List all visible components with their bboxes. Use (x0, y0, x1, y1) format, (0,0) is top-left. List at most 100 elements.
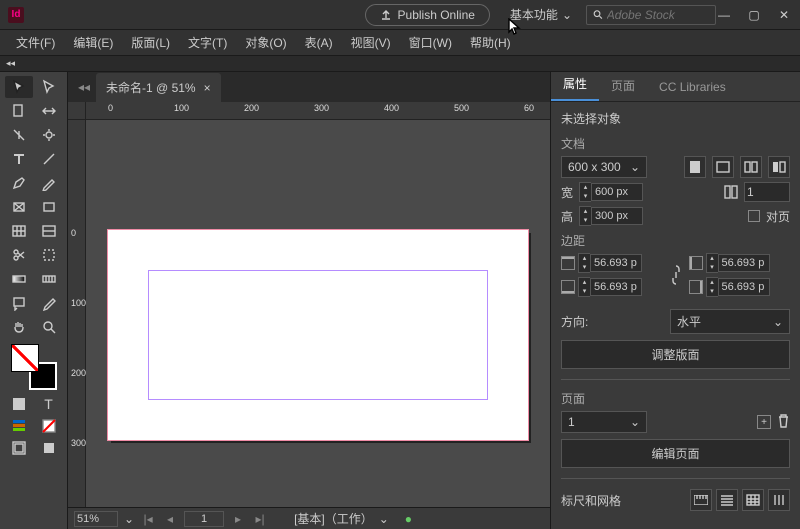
page-input[interactable] (184, 511, 224, 527)
search-box[interactable] (586, 5, 716, 25)
scissors-tool[interactable] (5, 244, 33, 266)
grid-tool[interactable] (5, 220, 33, 242)
page-tool[interactable] (5, 100, 33, 122)
rect-tool[interactable] (35, 196, 63, 218)
menu-table[interactable]: 表(A) (297, 31, 341, 54)
view-mode-preview[interactable] (35, 438, 63, 458)
doc-grid-icon[interactable] (742, 489, 764, 511)
app-icon: Id (8, 7, 24, 23)
panel-tabs: 属性 页面 CC Libraries (551, 72, 800, 102)
pencil-tool[interactable] (35, 172, 63, 194)
content-tool[interactable] (5, 124, 33, 146)
dock-toggle-icon[interactable]: ◂◂ (78, 80, 96, 102)
height-input[interactable]: ▴▾ (579, 206, 643, 226)
chevron-down-icon[interactable]: ⌄ (379, 512, 389, 526)
zoom-tool[interactable] (35, 316, 63, 338)
orientation-dropdown[interactable]: 水平⌄ (670, 309, 790, 334)
color-swatch[interactable] (11, 344, 57, 390)
orient-portrait-icon[interactable] (684, 156, 706, 178)
rect-frame-tool[interactable] (5, 196, 33, 218)
free-transform-tool[interactable] (35, 244, 63, 266)
width-input[interactable]: ▴▾ (579, 182, 643, 202)
selection-tool[interactable] (5, 76, 33, 98)
minimize-button[interactable]: ― (716, 8, 732, 22)
tab-properties[interactable]: 属性 (551, 68, 599, 101)
menu-view[interactable]: 视图(V) (343, 31, 399, 54)
columns-input[interactable] (744, 182, 790, 202)
apply-color-icon[interactable] (5, 416, 33, 436)
margin-top-input[interactable]: ▴▾ (578, 253, 642, 273)
page-dropdown[interactable]: 1⌄ (561, 411, 647, 433)
right-panel: 属性 页面 CC Libraries 未选择对象 文档 600 x 300⌄ 宽… (550, 72, 800, 529)
menu-help[interactable]: 帮助(H) (462, 31, 519, 54)
eyedropper-tool[interactable] (35, 292, 63, 314)
format-container-icon[interactable] (5, 394, 33, 414)
grid-frame-tool[interactable] (35, 220, 63, 242)
menu-layout[interactable]: 版面(L) (123, 31, 178, 54)
chevron-down-icon[interactable]: ⌄ (124, 512, 134, 526)
workspace-dropdown[interactable]: 基本功能 ⌄ (510, 6, 572, 23)
binding-rtl-icon[interactable] (768, 156, 790, 178)
edit-page-button[interactable]: 编辑页面 (561, 439, 790, 468)
delete-page-icon[interactable] (777, 414, 790, 431)
chevron-down-icon: ⌄ (562, 8, 572, 22)
gap-tool[interactable] (35, 100, 63, 122)
binding-ltr-icon[interactable] (740, 156, 762, 178)
menu-type[interactable]: 文字(T) (180, 31, 235, 54)
adjust-layout-button[interactable]: 调整版面 (561, 340, 790, 369)
menu-bar: 文件(F) 编辑(E) 版面(L) 文字(T) 对象(O) 表(A) 视图(V)… (0, 30, 800, 56)
baseline-grid-icon[interactable] (716, 489, 738, 511)
search-input[interactable] (607, 8, 709, 22)
menu-edit[interactable]: 编辑(E) (65, 31, 121, 54)
facing-checkbox[interactable] (748, 210, 760, 222)
apply-none-icon[interactable] (35, 416, 63, 436)
master-label[interactable]: [基本]（工作） (294, 510, 373, 527)
preset-dropdown[interactable]: 600 x 300⌄ (561, 156, 647, 178)
link-margins-icon[interactable] (667, 261, 685, 289)
next-page-button[interactable]: ▸ (230, 512, 246, 526)
gradient-tool[interactable] (5, 268, 33, 290)
layout-grid-icon[interactable] (768, 489, 790, 511)
orient-landscape-icon[interactable] (712, 156, 734, 178)
margin-top-icon (561, 256, 575, 270)
dock-toggle-icon[interactable]: ◂◂ (6, 58, 15, 69)
pen-tool[interactable] (5, 172, 33, 194)
ruler-icon[interactable] (690, 489, 712, 511)
content-grabber-tool[interactable] (35, 124, 63, 146)
status-bar: ⌄ |◂ ◂ ▸ ▸| [基本]（工作） ⌄ ● (68, 507, 550, 529)
document-area: ◂◂ 未命名-1 @ 51% × 0 100 200 300 400 500 6… (68, 72, 550, 529)
menu-file[interactable]: 文件(F) (8, 31, 63, 54)
note-tool[interactable] (5, 292, 33, 314)
hand-tool[interactable] (5, 316, 33, 338)
selection-info: 未选择对象 (561, 110, 790, 127)
menu-window[interactable]: 窗口(W) (401, 31, 460, 54)
close-button[interactable]: ✕ (776, 8, 792, 22)
tab-cc-libraries[interactable]: CC Libraries (647, 73, 738, 101)
document-page[interactable] (108, 230, 528, 440)
line-tool[interactable] (35, 148, 63, 170)
gradient-feather-tool[interactable] (35, 268, 63, 290)
new-page-icon[interactable]: + (757, 415, 771, 429)
close-tab-icon[interactable]: × (204, 81, 211, 95)
preflight-icon[interactable]: ● (405, 512, 412, 526)
canvas[interactable] (86, 120, 550, 507)
margin-right-input[interactable]: ▴▾ (706, 277, 770, 297)
maximize-button[interactable]: ▢ (746, 8, 762, 22)
view-mode-normal[interactable] (5, 438, 33, 458)
format-text-icon[interactable]: T (35, 394, 63, 414)
tab-pages[interactable]: 页面 (599, 70, 647, 101)
publish-online-button[interactable]: Publish Online (365, 4, 490, 26)
direct-selection-tool[interactable] (35, 76, 63, 98)
first-page-button[interactable]: |◂ (140, 512, 156, 526)
last-page-button[interactable]: ▸| (252, 512, 268, 526)
upload-icon (380, 9, 392, 21)
document-tab[interactable]: 未命名-1 @ 51% × (96, 73, 221, 102)
margin-bottom-input[interactable]: ▴▾ (578, 277, 642, 297)
margin-guide (148, 270, 488, 400)
menu-object[interactable]: 对象(O) (237, 31, 294, 54)
type-tool[interactable] (5, 148, 33, 170)
margin-left-input[interactable]: ▴▾ (706, 253, 770, 273)
zoom-input[interactable] (74, 511, 118, 527)
tool-panel: T (0, 72, 68, 529)
prev-page-button[interactable]: ◂ (162, 512, 178, 526)
